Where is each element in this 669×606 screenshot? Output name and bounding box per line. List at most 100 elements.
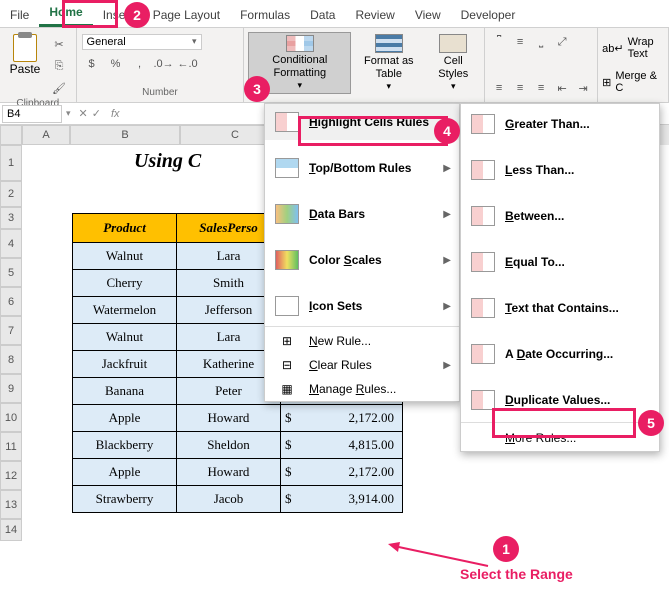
tab-view[interactable]: View: [405, 3, 451, 27]
tab-file[interactable]: File: [0, 3, 39, 27]
menu-item-manage-rules-[interactable]: ▦Manage Rules...: [265, 377, 459, 401]
menu-item-equal-to-[interactable]: Equal To...: [461, 242, 659, 282]
cell[interactable]: $2,172.00: [281, 459, 403, 486]
cell[interactable]: Apple: [73, 405, 177, 432]
orientation-button[interactable]: ⤢: [552, 32, 572, 52]
cell[interactable]: Blackberry: [73, 432, 177, 459]
menu-label: Duplicate Values...: [505, 393, 610, 407]
fx-icon[interactable]: fx: [105, 108, 126, 120]
tab-formulas[interactable]: Formulas: [230, 3, 300, 27]
increase-indent-button[interactable]: ⇥: [573, 78, 593, 98]
row-header-13[interactable]: 13: [0, 490, 22, 519]
number-format-dropdown[interactable]: General: [82, 34, 202, 50]
currency-button[interactable]: $: [82, 54, 102, 74]
cell-styles-icon: [439, 34, 467, 53]
increase-decimal-button[interactable]: .0→: [154, 54, 174, 74]
cell[interactable]: Strawberry: [73, 486, 177, 513]
ribbon: Paste ✂ ⎘ 🖌 Clipboard General $ % , .0→ …: [0, 28, 669, 103]
enter-formula-icon[interactable]: ✓: [92, 107, 101, 120]
cell[interactable]: $2,172.00: [281, 405, 403, 432]
col-header-A[interactable]: A: [22, 125, 70, 145]
cell-styles-button[interactable]: Cell Styles▾: [426, 32, 480, 94]
cell[interactable]: Walnut: [73, 243, 177, 270]
row-header-14[interactable]: 14: [0, 519, 22, 541]
cell[interactable]: Walnut: [73, 324, 177, 351]
paste-button[interactable]: Paste: [5, 34, 45, 98]
menu-item-clear-rules[interactable]: ⊟Clear Rules▶: [265, 353, 459, 377]
table-header[interactable]: Product: [73, 214, 177, 243]
cell[interactable]: $4,815.00: [281, 432, 403, 459]
cell[interactable]: Banana: [73, 378, 177, 405]
rule-icon: ⊞: [275, 334, 299, 348]
tab-developer[interactable]: Developer: [451, 3, 526, 27]
row-header-2[interactable]: 2: [0, 181, 22, 207]
percent-button[interactable]: %: [106, 54, 126, 74]
align-top-button[interactable]: ⎴: [489, 32, 509, 52]
sheet-title: Using C: [134, 150, 201, 173]
menu-item-greater-than-[interactable]: Greater Than...: [461, 104, 659, 144]
format-as-table-icon: [375, 34, 403, 53]
row-header-10[interactable]: 10: [0, 403, 22, 432]
cut-button[interactable]: ✂: [49, 34, 69, 54]
cell[interactable]: Howard: [177, 459, 281, 486]
row-header-8[interactable]: 8: [0, 345, 22, 374]
menu-item-more-rules[interactable]: More Rules...: [461, 425, 659, 451]
cell[interactable]: $3,914.00: [281, 486, 403, 513]
row-header-12[interactable]: 12: [0, 461, 22, 490]
menu-item-color-scales[interactable]: Color Scales▶: [265, 242, 459, 278]
menu-label: Text that Contains...: [505, 301, 619, 315]
cell[interactable]: Watermelon: [73, 297, 177, 324]
tab-data[interactable]: Data: [300, 3, 345, 27]
row-header-11[interactable]: 11: [0, 432, 22, 461]
cell[interactable]: Jackfruit: [73, 351, 177, 378]
callout-badge-2: 2: [124, 2, 150, 28]
select-all-cell[interactable]: [0, 125, 22, 145]
menu-item-text-that-contains-[interactable]: Text that Contains...: [461, 288, 659, 328]
name-box[interactable]: [2, 105, 62, 123]
align-bottom-button[interactable]: ⎵: [531, 32, 551, 52]
comma-button[interactable]: ,: [130, 54, 150, 74]
row-header-4[interactable]: 4: [0, 229, 22, 258]
menu-label: Top/Bottom Rules: [309, 161, 411, 175]
menu-label: Clear Rules: [309, 358, 372, 372]
cell[interactable]: Sheldon: [177, 432, 281, 459]
cancel-formula-icon[interactable]: ✕: [79, 107, 88, 120]
copy-button[interactable]: ⎘: [49, 56, 69, 76]
menu-item-data-bars[interactable]: Data Bars▶: [265, 196, 459, 232]
menu-item-less-than-[interactable]: Less Than...: [461, 150, 659, 190]
menu-label: Between...: [505, 209, 564, 223]
menu-item-between-[interactable]: Between...: [461, 196, 659, 236]
decrease-indent-button[interactable]: ⇤: [552, 78, 572, 98]
row-header-3[interactable]: 3: [0, 207, 22, 229]
menu-item-duplicate-values-[interactable]: Duplicate Values...: [461, 380, 659, 420]
row-header-7[interactable]: 7: [0, 316, 22, 345]
merge-center-button[interactable]: ⊞Merge & C: [602, 66, 664, 98]
align-right-button[interactable]: ≡: [531, 78, 551, 98]
align-middle-button[interactable]: ≡: [510, 32, 530, 52]
row-header-9[interactable]: 9: [0, 374, 22, 403]
row-header-5[interactable]: 5: [0, 258, 22, 287]
format-as-table-button[interactable]: Format as Table▾: [351, 32, 426, 94]
align-left-button[interactable]: ≡: [489, 78, 509, 98]
menu-item-a-date-occurring-[interactable]: A Date Occurring...: [461, 334, 659, 374]
decrease-decimal-button[interactable]: ←.0: [178, 54, 198, 74]
tab-page-layout[interactable]: Page Layout: [143, 3, 230, 27]
wrap-text-button[interactable]: ab↵Wrap Text: [602, 32, 664, 64]
menu-item-new-rule-[interactable]: ⊞New Rule...: [265, 329, 459, 353]
cell[interactable]: Cherry: [73, 270, 177, 297]
format-painter-button[interactable]: 🖌: [49, 78, 69, 98]
cell[interactable]: Howard: [177, 405, 281, 432]
row-header-6[interactable]: 6: [0, 287, 22, 316]
menu-item-highlight-cells-rules[interactable]: Highlight Cells Rules▶: [265, 104, 459, 140]
align-center-button[interactable]: ≡: [510, 78, 530, 98]
row-header-1[interactable]: 1: [0, 145, 22, 181]
menu-item-icon-sets[interactable]: Icon Sets▶: [265, 288, 459, 324]
tab-home[interactable]: Home: [39, 0, 92, 27]
cell[interactable]: Apple: [73, 459, 177, 486]
menu-item-top-bottom-rules[interactable]: Top/Bottom Rules▶: [265, 150, 459, 186]
col-header-B[interactable]: B: [70, 125, 180, 145]
tab-review[interactable]: Review: [345, 3, 404, 27]
merge-icon: ⊞: [602, 76, 611, 89]
menu-label: Color Scales: [309, 253, 382, 267]
cell[interactable]: Jacob: [177, 486, 281, 513]
